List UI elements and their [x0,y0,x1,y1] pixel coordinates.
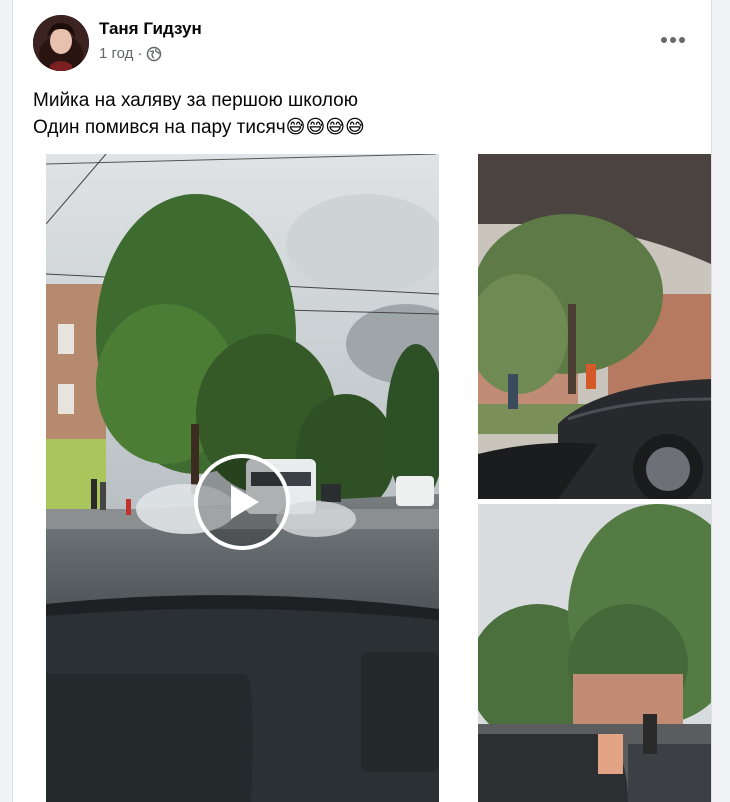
more-horizontal-icon [661,37,685,43]
photo-car-door[interactable] [478,154,711,499]
globe-icon [146,46,162,62]
more-options-button[interactable] [653,25,693,55]
meta-separator: · [137,45,143,62]
video-thumbnail[interactable] [46,154,439,802]
post-time[interactable]: 1 год [99,45,133,62]
play-icon [231,485,259,519]
photo-trees[interactable] [478,504,711,802]
author-avatar[interactable] [33,15,89,71]
post-text-line: Один помився на пару тисяч😅😅😅😅 [33,117,365,138]
post-meta: 1 год · [99,45,162,62]
post-header: Таня Гидзун 1 год · [33,15,693,75]
author-name[interactable]: Таня Гидзун [99,19,202,39]
post-card: Таня Гидзун 1 год · Мийка на халяву за п… [12,0,712,802]
play-video-button[interactable] [194,454,290,550]
post-text: Мийка на халяву за першою школою Один по… [33,87,365,141]
post-text-line: Мийка на халяву за першою школою [33,90,359,111]
